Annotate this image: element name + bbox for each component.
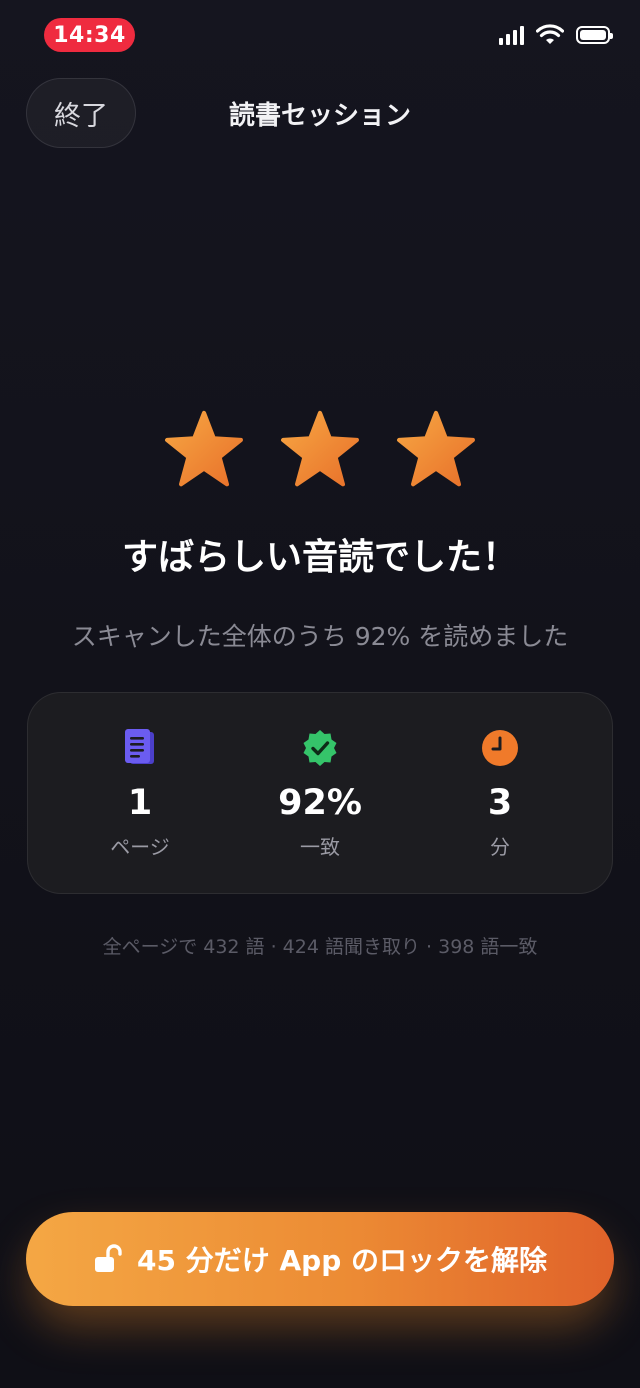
result-subline: スキャンした全体のうち 92% を読めました bbox=[71, 622, 569, 651]
star-icon bbox=[163, 408, 245, 490]
stat-match-value: 92% bbox=[278, 783, 362, 823]
stats-card: 1 ページ 92% 一致 3 分 bbox=[27, 692, 613, 894]
stat-minutes-value: 3 bbox=[487, 783, 513, 823]
stat-match: 92% 一致 bbox=[235, 693, 405, 893]
star-icon bbox=[279, 408, 361, 490]
unlock-app-button[interactable]: 45 分だけ App のロックを解除 bbox=[26, 1212, 614, 1306]
stat-minutes-label: 分 bbox=[490, 835, 510, 859]
word-summary: 全ページで 432 語 · 424 語聞き取り · 398 語一致 bbox=[102, 936, 538, 958]
battery-icon bbox=[576, 26, 613, 44]
stat-pages-value: 1 bbox=[127, 783, 153, 823]
clock-icon bbox=[479, 727, 521, 769]
exit-button[interactable]: 終了 bbox=[26, 78, 136, 148]
signal-icon bbox=[499, 25, 524, 45]
document-icon bbox=[119, 727, 161, 769]
status-icons bbox=[499, 24, 613, 46]
result-headline: すばらしい音読でした！ bbox=[121, 537, 518, 578]
stat-minutes: 3 分 bbox=[415, 693, 585, 893]
star-icon bbox=[395, 408, 477, 490]
stat-pages-label: ページ bbox=[110, 835, 170, 859]
star-rating bbox=[0, 408, 640, 490]
unlock-icon bbox=[93, 1244, 123, 1274]
status-bar: 14:34 bbox=[0, 0, 640, 70]
status-time: 14:34 bbox=[44, 18, 135, 52]
verified-check-icon bbox=[299, 727, 341, 769]
stat-match-label: 一致 bbox=[300, 835, 340, 859]
wifi-icon bbox=[536, 24, 564, 44]
unlock-button-label: 45 分だけ App のロックを解除 bbox=[137, 1244, 547, 1277]
stat-pages: 1 ページ bbox=[55, 693, 225, 893]
header: 読書セッション 終了 bbox=[0, 78, 640, 150]
